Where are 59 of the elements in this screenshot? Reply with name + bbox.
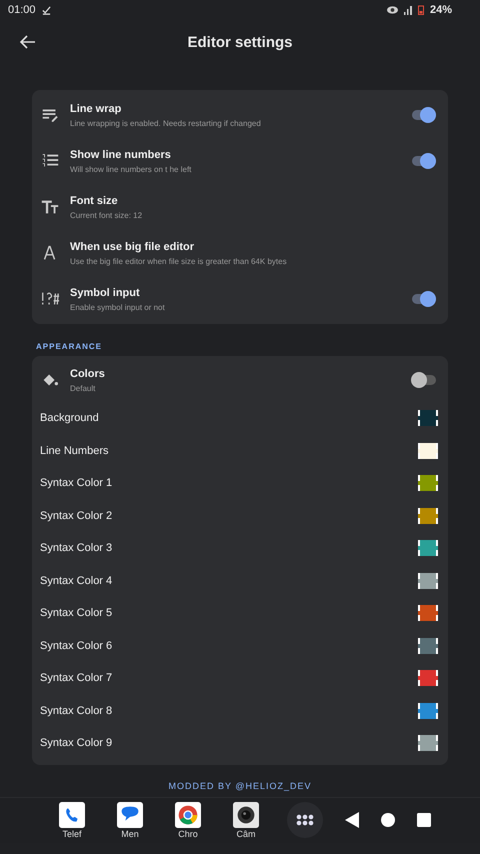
setting-summary: Use the big file editor when file size is greater than 64K bytes: [70, 256, 288, 266]
home-nav-icon[interactable]: [381, 813, 395, 827]
app-label: Telef: [62, 828, 82, 840]
app-label: Chro: [178, 828, 198, 840]
toggle-switch[interactable]: [412, 107, 436, 123]
color-label[interactable]: Syntax Color 5: [40, 607, 418, 620]
color-label[interactable]: Syntax Color 9: [40, 737, 418, 750]
color-swatch[interactable]: [418, 638, 438, 654]
color-label[interactable]: Line Numbers: [40, 444, 418, 457]
color-label[interactable]: Background: [40, 412, 418, 424]
credit-text: MODDED BY @HELIOZ_DEV: [168, 780, 312, 790]
chat-bubble-icon[interactable]: [117, 802, 143, 828]
setting-title[interactable]: When use big file editor: [70, 240, 440, 252]
setting-title[interactable]: Symbol input: [70, 286, 412, 298]
color-label[interactable]: Syntax Color 6: [40, 640, 418, 652]
app-label: Câm: [236, 828, 256, 840]
color-swatch[interactable]: [418, 508, 438, 524]
download-done-icon: [42, 6, 51, 14]
color-swatch[interactable]: [418, 670, 438, 686]
color-label[interactable]: Syntax Color 7: [40, 672, 418, 684]
color-swatch[interactable]: [418, 410, 438, 426]
battery-icon: [418, 5, 424, 15]
setting-title[interactable]: Line wrap: [70, 102, 412, 114]
toggle-switch[interactable]: [412, 291, 436, 307]
color-swatch[interactable]: [418, 475, 438, 492]
color-label[interactable]: Syntax Color 2: [40, 510, 418, 522]
toggle-switch[interactable]: [412, 372, 436, 388]
status-time: 01:00: [8, 4, 36, 16]
color-label[interactable]: Syntax Color 1: [40, 477, 418, 490]
screen-title: Editor settings: [187, 34, 292, 50]
dots-grid-icon: [296, 814, 314, 826]
setting-summary: Will show line numbers on t he left: [70, 164, 192, 174]
setting-title[interactable]: Show line numbers: [70, 148, 412, 160]
color-swatch[interactable]: [418, 605, 438, 622]
color-swatch[interactable]: [418, 540, 438, 556]
app-drawer-button[interactable]: [287, 802, 323, 838]
setting-summary: Enable symbol input or not: [70, 302, 166, 312]
color-label[interactable]: Syntax Color 4: [40, 574, 418, 587]
color-label[interactable]: Syntax Color 3: [40, 542, 418, 554]
setting-summary: Line wrapping is enabled. Needs restarting if changed: [70, 118, 262, 128]
color-swatch[interactable]: [418, 735, 438, 752]
section-header: APPEARANCE: [36, 342, 104, 351]
browser-icon[interactable]: [175, 802, 201, 828]
setting-title[interactable]: Colors: [70, 368, 412, 380]
phone-icon[interactable]: [59, 802, 85, 828]
eye-icon: [386, 6, 398, 14]
color-swatch[interactable]: [418, 442, 438, 459]
camera-icon[interactable]: [233, 802, 259, 828]
app-label: Men: [121, 828, 139, 840]
setting-title[interactable]: Font size: [70, 194, 440, 206]
setting-summary: Default: [70, 384, 96, 392]
back-nav-icon[interactable]: [345, 812, 359, 828]
setting-summary: Current font size: 12: [70, 210, 144, 220]
color-label[interactable]: Syntax Color 8: [40, 704, 418, 717]
color-swatch[interactable]: [418, 702, 438, 719]
color-swatch[interactable]: [418, 572, 438, 589]
toggle-switch[interactable]: [412, 153, 436, 169]
signal-icon: [404, 6, 412, 14]
battery-percent: 24%: [430, 4, 452, 16]
